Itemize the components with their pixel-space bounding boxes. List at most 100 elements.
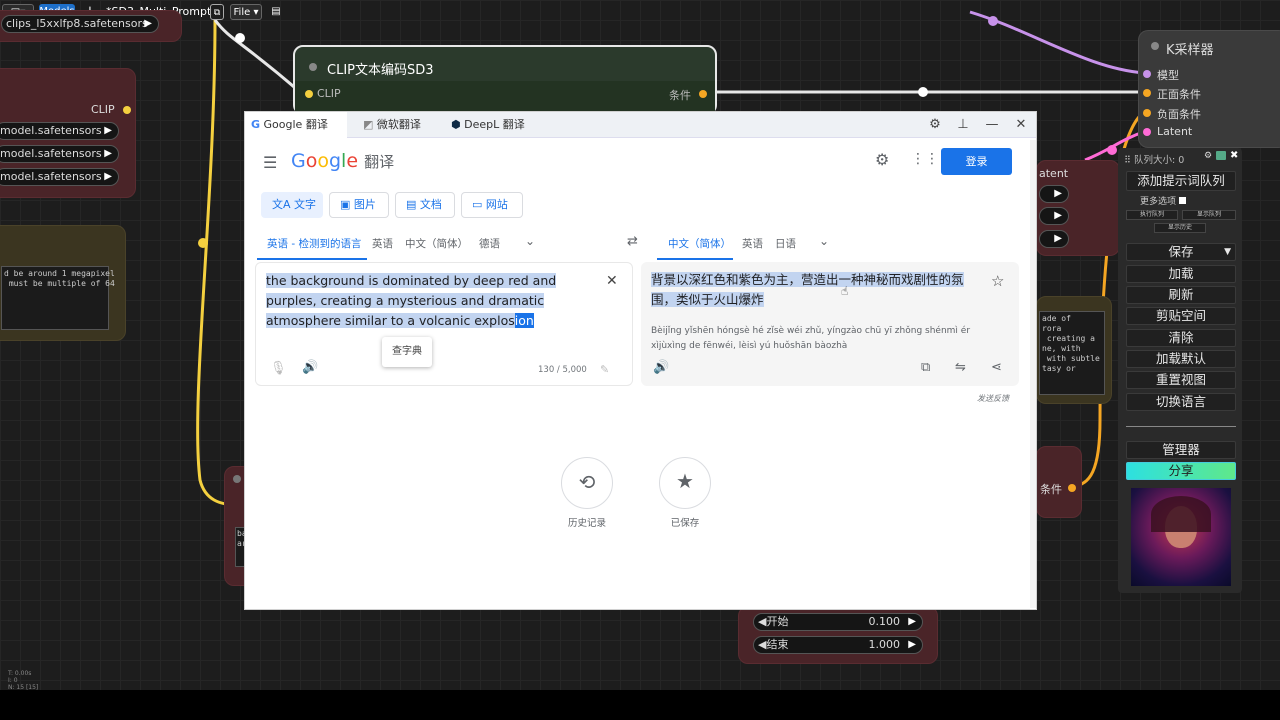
clip-output-dot[interactable] [123, 106, 131, 114]
speaker-icon[interactable]: 🔊 [653, 360, 669, 375]
send-feedback-link[interactable]: 发送反馈 [977, 393, 1009, 404]
clip-name-widget[interactable]: clips_l5xxlfp8.safetensors ▶ [1, 15, 159, 33]
note-node-left[interactable]: d be around 1 megapixel must be multiple… [0, 225, 126, 341]
speaker-icon[interactable]: 🔊 [302, 360, 318, 375]
execute-queue-button[interactable]: 执行队列 [1126, 210, 1178, 220]
history-button[interactable]: ⟲ [561, 457, 613, 509]
copy-icon[interactable]: ⧉ [921, 360, 930, 375]
end-widget[interactable]: ◀结束 1.000 ▶ [753, 636, 923, 654]
tgt-lang-japanese[interactable]: 日语 [775, 236, 796, 251]
close-icon[interactable]: ✖ [1230, 150, 1238, 161]
saved-button[interactable]: ★ [659, 457, 711, 509]
file-menu[interactable]: File ▾ [230, 4, 262, 20]
close-icon[interactable]: ✕ [1007, 112, 1035, 138]
minimize-icon[interactable]: — [978, 112, 1006, 138]
mode-website-button[interactable]: ▭ 网站 [461, 192, 523, 218]
cond-output-dot[interactable] [699, 90, 707, 98]
manager-button[interactable]: 管理器 [1126, 441, 1236, 459]
arrow-right-icon: ▶ [1054, 233, 1062, 244]
model-widget-3[interactable]: model.safetensors ▶ [0, 168, 119, 186]
settings-icon[interactable]: ⚙ [921, 112, 949, 138]
clear-source-icon[interactable]: ✕ [606, 273, 618, 289]
reset-view-button[interactable]: 重置视图 [1126, 371, 1236, 389]
star-icon[interactable]: ☆ [991, 272, 1004, 290]
clip-input-dot[interactable] [305, 90, 313, 98]
tgt-lang-english[interactable]: 英语 [742, 236, 763, 251]
tab-microsoft[interactable]: ◩ 微软翻译 [357, 112, 437, 138]
src-lang-english[interactable]: 英语 [372, 236, 393, 251]
positive-input-dot[interactable] [1143, 89, 1151, 97]
latent-widget-3[interactable]: ▶ [1039, 230, 1069, 248]
show-queue-button[interactable]: 显示队列 [1182, 210, 1236, 220]
model-widget-1[interactable]: model.safetensors ▶ [0, 122, 119, 140]
image-icon[interactable] [1216, 151, 1226, 160]
gear-icon[interactable]: ⚙ [1204, 151, 1212, 161]
latent-input-dot[interactable] [1143, 128, 1151, 136]
negative-input-dot[interactable] [1143, 109, 1151, 117]
source-text-area[interactable]: the background is dominated by deep red … [255, 262, 633, 386]
hamburger-menu-icon[interactable]: ☰ [263, 153, 277, 172]
source-text[interactable]: the background is dominated by deep red … [266, 271, 602, 331]
switch-language-button[interactable]: 切换语言 [1126, 393, 1236, 411]
latent-widget-2[interactable]: ▶ [1039, 207, 1069, 225]
google-translate-logo[interactable]: Google 翻译 [291, 150, 394, 172]
src-lang-detected[interactable]: 英语 - 检测到的语言 [267, 236, 361, 251]
more-options-checkbox[interactable] [1178, 197, 1186, 204]
note-node-right[interactable]: ade of rora creating a ne, with with sub… [1036, 296, 1112, 404]
saved-label: 已保存 [670, 518, 700, 529]
target-text-area: 背景以深红色和紫色为主，营造出一种神秘而戏剧性的氛围，类似于火山爆炸 ☆ ☝ B… [641, 262, 1019, 386]
clear-button[interactable]: 清除 [1126, 329, 1236, 347]
show-history-button[interactable]: 显示历史 [1154, 223, 1206, 233]
generated-image-thumbnail[interactable] [1131, 488, 1231, 586]
clip-text-encode-node[interactable]: CLIP文本编码SD3 CLIP 条件 [293, 45, 717, 115]
clipspace-button[interactable]: 剪贴空间 [1126, 307, 1236, 325]
target-text[interactable]: 背景以深红色和紫色为主，营造出一种神秘而戏剧性的氛围，类似于火山爆炸 [651, 270, 973, 310]
save-icon[interactable]: ▤ [270, 4, 282, 20]
timestep-range-node[interactable]: ◀开始 0.100 ▶ ◀结束 1.000 ▶ [738, 606, 938, 664]
apps-grid-icon[interactable]: ⋮⋮ [911, 151, 939, 167]
latent-node[interactable]: atent ▶ ▶ ▶ [1036, 160, 1120, 256]
window-scrollbar[interactable] [1030, 140, 1036, 608]
dropdown-icon[interactable]: ▼ [1224, 244, 1231, 260]
pin-icon[interactable]: ⊥ [949, 112, 977, 138]
settings-icon[interactable]: ⚙ [875, 150, 889, 169]
refresh-button[interactable]: 刷新 [1126, 286, 1236, 304]
src-lang-chevron-down-icon[interactable]: ⌄ [525, 234, 535, 248]
dictionary-tooltip[interactable]: 查字典 [382, 337, 432, 367]
model-input-dot[interactable] [1143, 70, 1151, 78]
tab-deepl[interactable]: ⬢ DeepL 翻译 [445, 112, 531, 138]
swap-languages-icon[interactable]: ⇄ [627, 234, 638, 249]
model-widget-2[interactable]: model.safetensors ▶ [0, 145, 119, 163]
add-prompt-queue-button[interactable]: 添加提示词队列 [1126, 171, 1236, 191]
pencil-icon[interactable]: ✎ [600, 363, 609, 376]
ksampler-node[interactable]: K采样器 模型 正面条件 负面条件 Latent [1138, 30, 1280, 148]
microphone-icon[interactable]: 🎙 [270, 361, 287, 376]
drag-handle-icon[interactable]: ⠿ [1124, 155, 1134, 166]
rate-translation-icon[interactable]: ⇋ [955, 360, 966, 375]
src-lang-german[interactable]: 德语 [479, 236, 500, 251]
src-lang-chinese[interactable]: 中文（简体） [405, 236, 468, 251]
mode-text-button[interactable]: 文A 文字 [261, 192, 323, 218]
tgt-lang-chevron-down-icon[interactable]: ⌄ [819, 234, 829, 248]
start-label: 开始 [766, 615, 789, 628]
tgt-lang-chinese[interactable]: 中文（简体） [668, 236, 731, 251]
start-widget[interactable]: ◀开始 0.100 ▶ [753, 613, 923, 631]
load-default-button[interactable]: 加载默认 [1126, 350, 1236, 368]
login-button[interactable]: 登录 [941, 148, 1012, 175]
share-button[interactable]: 分享 [1126, 462, 1236, 480]
mode-image-button[interactable]: ▣ 图片 [329, 192, 389, 218]
mode-document-button[interactable]: ▤ 文档 [395, 192, 455, 218]
save-label: 保存 [1168, 244, 1194, 259]
queue-icon[interactable]: ⧉ [210, 4, 224, 20]
clip-loader-node[interactable]: clips_l5xxlfp8.safetensors ▶ [0, 10, 182, 42]
node-status-dot [1151, 42, 1159, 50]
checkpoint-loader-node[interactable]: CLIP model.safetensors ▶ model.safetensor… [0, 68, 136, 198]
cond-node-right[interactable]: 条件 [1036, 446, 1082, 518]
save-button[interactable]: 保存 ▼ [1126, 243, 1236, 261]
share-icon[interactable]: ⋖ [991, 360, 1002, 375]
latent-widget-1[interactable]: ▶ [1039, 185, 1069, 203]
tab-google[interactable]: G Google 翻译 [245, 112, 347, 138]
history-icon: ⟲ [578, 470, 596, 494]
load-button[interactable]: 加载 [1126, 265, 1236, 283]
cond-output-dot-right[interactable] [1068, 484, 1076, 492]
